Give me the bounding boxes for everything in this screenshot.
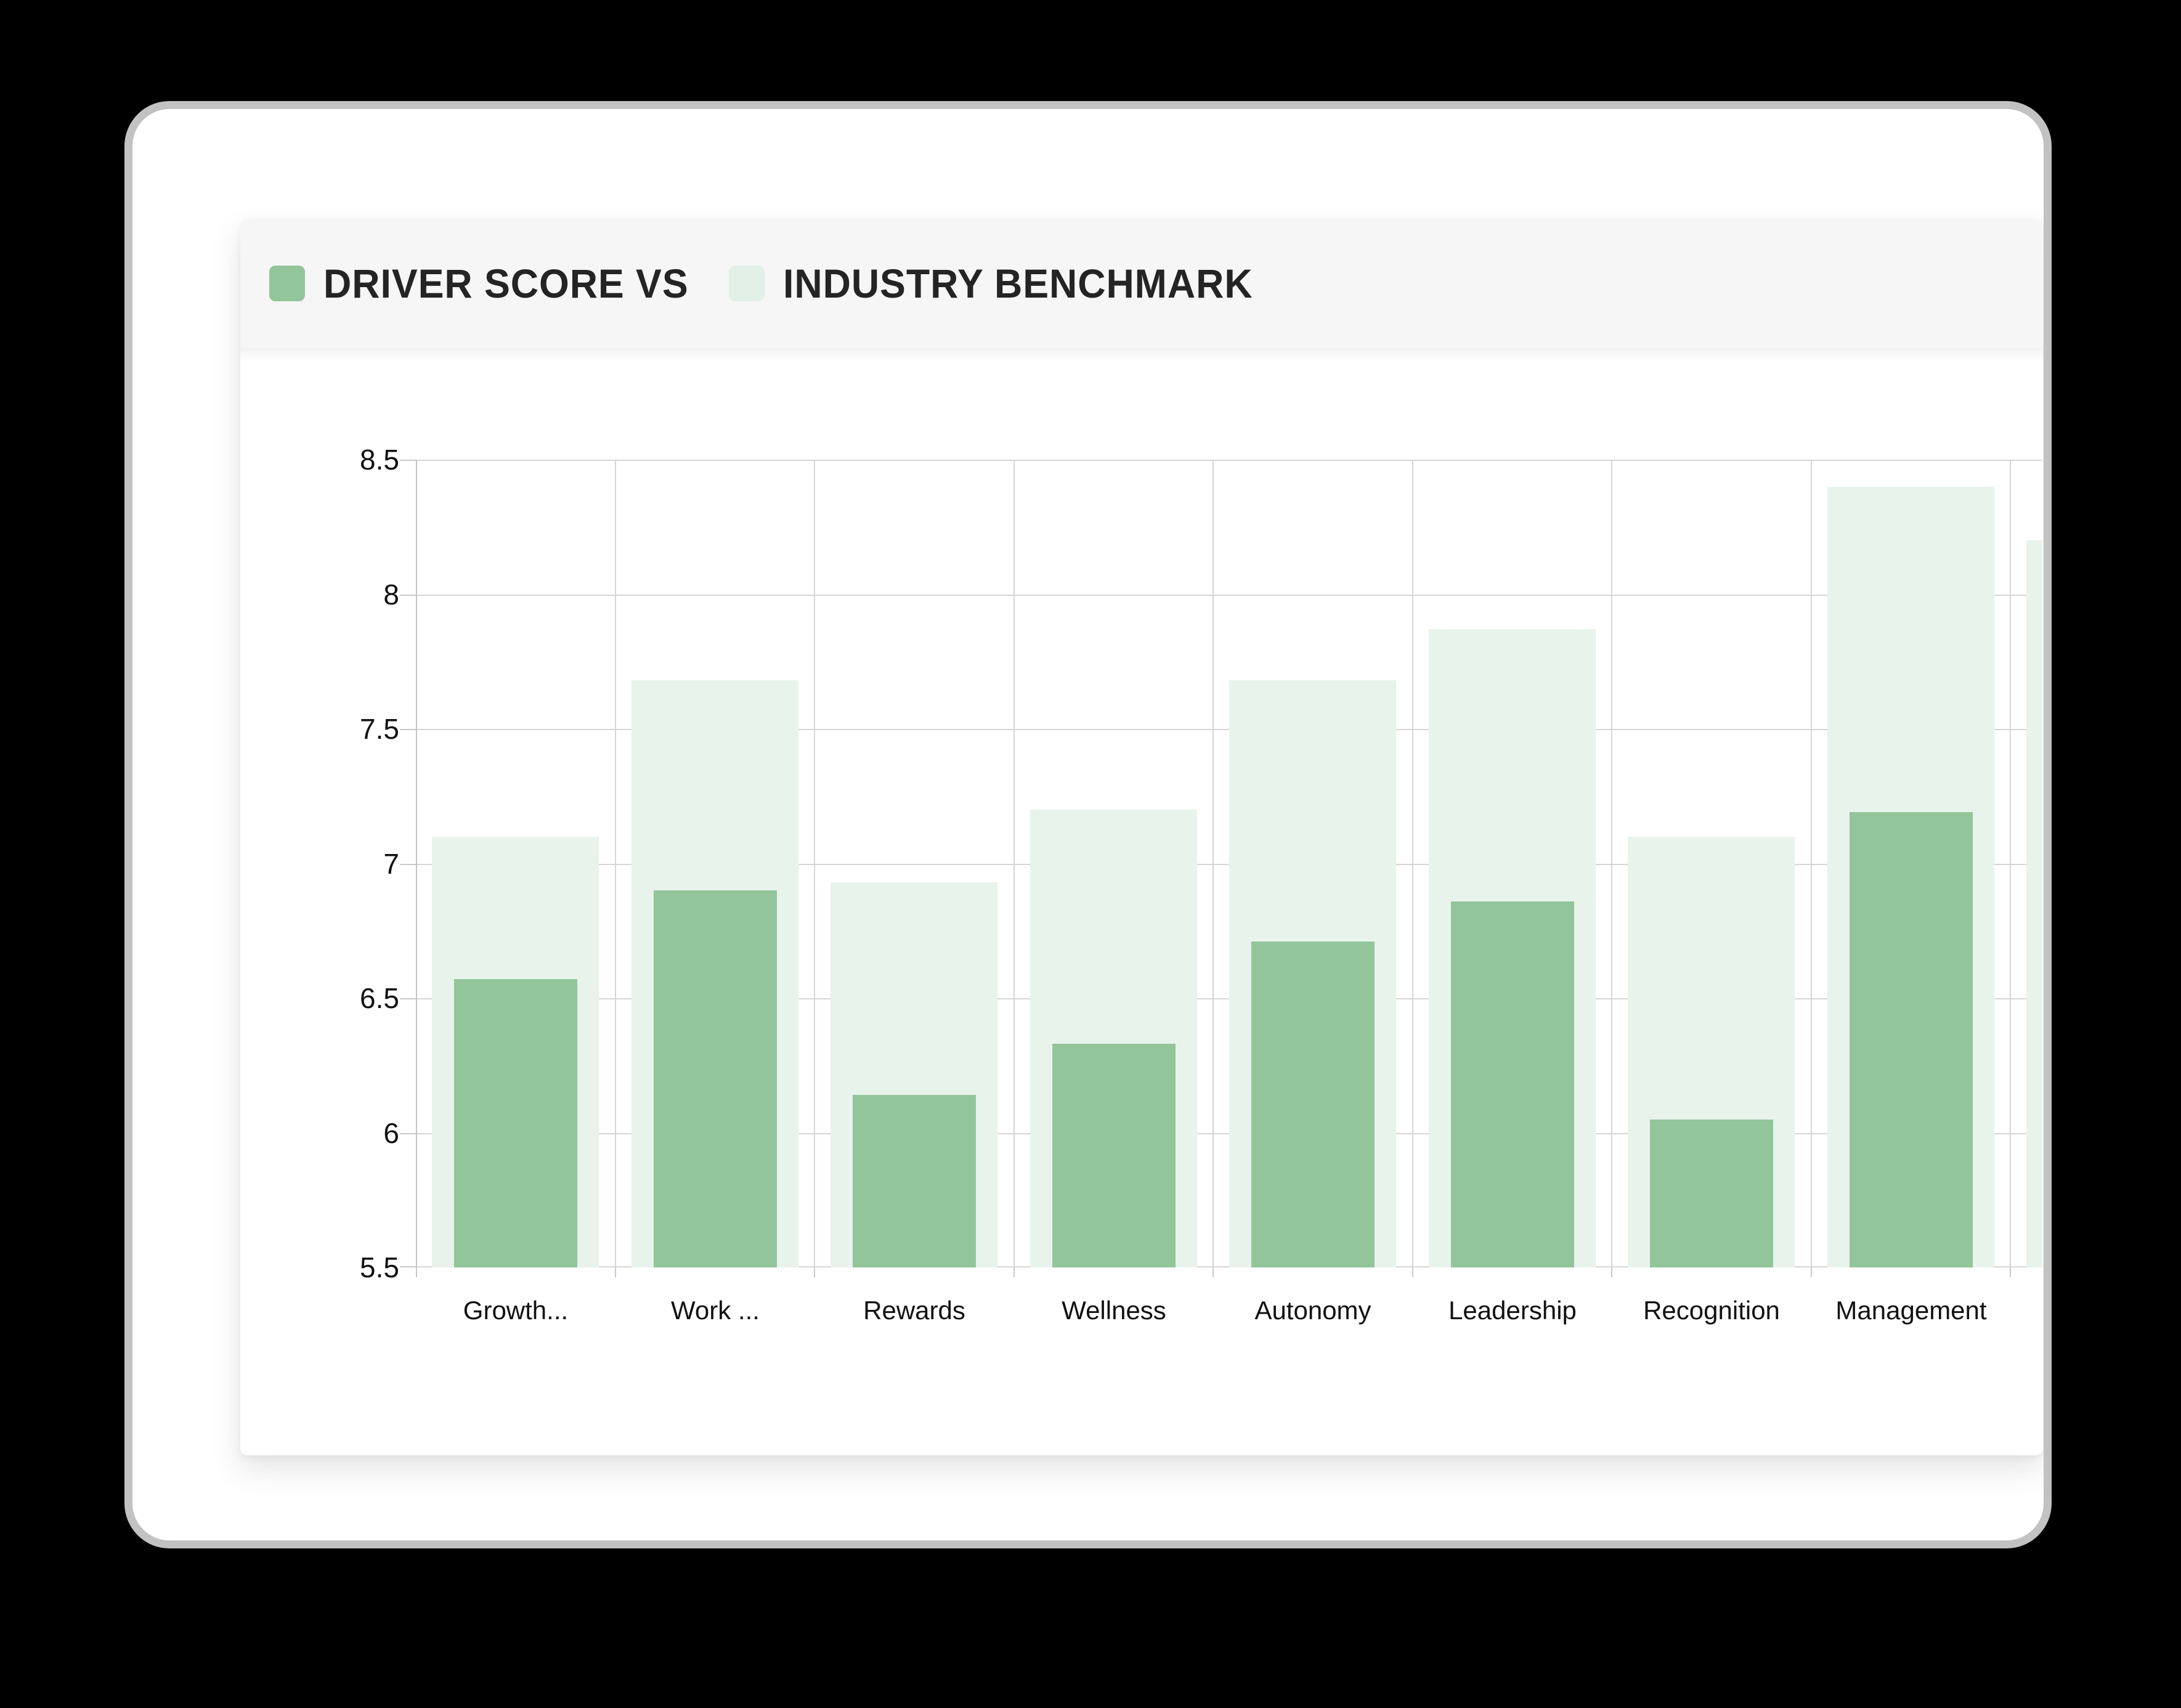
x-axis-tick bbox=[1212, 1267, 1214, 1277]
y-axis-tick bbox=[400, 595, 416, 596]
bar-driver-work[interactable] bbox=[654, 890, 777, 1267]
y-axis-label: 5.5 bbox=[245, 1251, 399, 1283]
x-axis-tick bbox=[1013, 1267, 1015, 1277]
driver-score-swatch-icon bbox=[269, 266, 305, 301]
gridline-vertical bbox=[1212, 460, 1214, 1267]
x-axis-tick bbox=[1811, 1267, 1812, 1277]
y-axis-tick bbox=[400, 864, 416, 865]
x-axis-label: Growth... bbox=[416, 1296, 615, 1325]
bar-driver-recognition[interactable] bbox=[1650, 1120, 1773, 1267]
bar-driver-growth[interactable] bbox=[454, 979, 577, 1267]
legend-label-driver-score: DRIVER SCORE VS bbox=[323, 260, 689, 307]
gridline-vertical bbox=[1611, 460, 1612, 1267]
gridline-vertical bbox=[1811, 460, 1812, 1267]
bar-driver-wellness[interactable] bbox=[1052, 1044, 1176, 1267]
chart-panel: DRIVER SCORE VS INDUSTRY BENCHMARK 8.5 8 7… bbox=[240, 219, 2043, 1455]
x-axis-label: Rewards bbox=[814, 1296, 1014, 1325]
gridline-horizontal bbox=[416, 460, 2042, 461]
x-axis-tick bbox=[416, 1267, 417, 1277]
legend-item-driver-score[interactable]: DRIVER SCORE VS bbox=[269, 260, 708, 307]
bar-benchmark-partial[interactable] bbox=[2026, 540, 2042, 1267]
y-axis-tick bbox=[400, 1133, 416, 1134]
bar-driver-rewards[interactable] bbox=[853, 1095, 976, 1267]
gridline-vertical bbox=[615, 460, 616, 1267]
x-axis-label: Management bbox=[1811, 1296, 2011, 1325]
bar-plot bbox=[416, 460, 2042, 1267]
industry-benchmark-swatch-icon bbox=[729, 266, 765, 301]
y-axis-label: 6.5 bbox=[245, 982, 399, 1014]
chart-header: DRIVER SCORE VS INDUSTRY BENCHMARK bbox=[240, 219, 2043, 349]
x-axis-tick bbox=[615, 1267, 616, 1277]
x-axis-tick bbox=[2010, 1267, 2011, 1277]
x-axis-tick bbox=[814, 1267, 815, 1277]
bar-driver-management[interactable] bbox=[1850, 812, 1973, 1267]
gridline-vertical bbox=[1412, 460, 1413, 1267]
legend-item-industry-benchmark[interactable]: INDUSTRY BENCHMARK bbox=[729, 260, 1278, 307]
chart-area: 8.5 8 7.5 7 6.5 6 5.5 Growth...Work ...RewardsW… bbox=[240, 348, 2043, 1455]
page: { "legend": { "items": [ {"label": "DRIV… bbox=[0, 0, 2181, 1708]
x-axis-label: Recognition bbox=[1612, 1296, 1811, 1325]
y-axis-label: 6 bbox=[245, 1117, 399, 1149]
chart-legend: DRIVER SCORE VS INDUSTRY BENCHMARK bbox=[240, 260, 1277, 307]
bar-driver-autonomy[interactable] bbox=[1251, 941, 1375, 1267]
gridline-horizontal bbox=[416, 595, 2042, 596]
y-axis-label: 8 bbox=[245, 579, 399, 611]
y-axis-line bbox=[416, 460, 417, 1267]
x-axis-label: Wellness bbox=[1014, 1296, 1214, 1325]
x-axis-label: Leadership bbox=[1413, 1296, 1612, 1325]
gridline-vertical bbox=[1013, 460, 1015, 1267]
dashboard-card: DRIVER SCORE VS INDUSTRY BENCHMARK 8.5 8 7… bbox=[132, 109, 2044, 1540]
x-axis-label: Autonomy bbox=[1213, 1296, 1413, 1325]
y-axis-label: 7.5 bbox=[245, 713, 399, 745]
x-axis-label: Work ... bbox=[615, 1296, 815, 1325]
y-axis-tick bbox=[400, 998, 416, 999]
y-axis-tick bbox=[400, 729, 416, 730]
y-axis-label: 7 bbox=[245, 848, 399, 880]
gridline-vertical bbox=[2010, 460, 2011, 1267]
legend-label-industry-benchmark: INDUSTRY BENCHMARK bbox=[783, 260, 1253, 307]
x-axis-tick bbox=[1412, 1267, 1413, 1277]
x-axis-tick bbox=[1611, 1267, 1612, 1277]
gridline-vertical bbox=[814, 460, 815, 1267]
y-axis-tick bbox=[400, 1266, 416, 1267]
y-axis-label: 8.5 bbox=[245, 444, 399, 476]
y-axis-tick bbox=[400, 460, 416, 461]
bar-driver-leadership[interactable] bbox=[1451, 901, 1574, 1267]
